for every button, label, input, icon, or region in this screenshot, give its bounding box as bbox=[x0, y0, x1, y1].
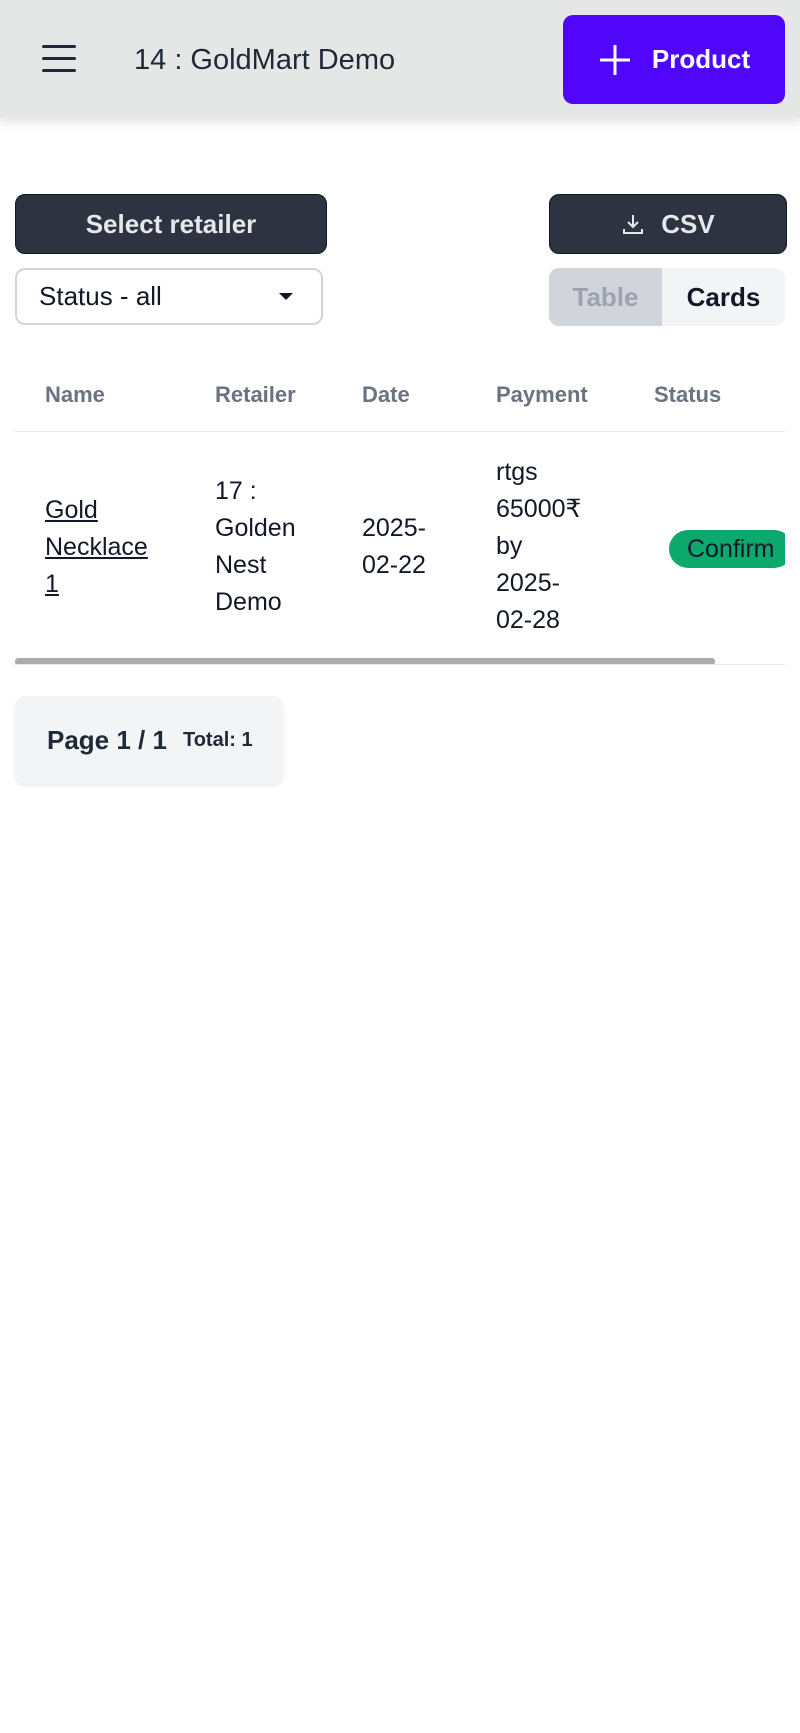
column-header-status[interactable]: Status bbox=[654, 382, 721, 408]
view-table-button[interactable]: Table bbox=[549, 268, 662, 326]
status-filter-value: Status - all bbox=[39, 281, 162, 311]
download-icon bbox=[623, 215, 644, 234]
top-app-bar: 14 : GoldMart Demo Product bbox=[0, 0, 800, 118]
app-title: 14 : GoldMart Demo bbox=[134, 44, 396, 76]
row-divider bbox=[15, 664, 785, 665]
chevron-down-icon bbox=[279, 293, 293, 300]
add-product-button[interactable]: Product bbox=[563, 15, 785, 104]
header-divider bbox=[15, 431, 785, 432]
column-header-retailer[interactable]: Retailer bbox=[215, 382, 296, 408]
table-row-payment-cell: rtgs 65000₹ by 2025- 02-28 bbox=[496, 458, 582, 634]
status-badge: Confirm bbox=[669, 530, 785, 568]
view-cards-button[interactable]: Cards bbox=[662, 268, 785, 326]
pagination: Page 1 / 1 Total: 1 bbox=[15, 696, 283, 784]
column-header-name[interactable]: Name bbox=[45, 382, 105, 408]
page-indicator: Page 1 / 1 bbox=[47, 724, 167, 755]
table-row-retailer-cell: 17 : Golden Nest Demo bbox=[215, 477, 296, 616]
view-toggle: Table Cards bbox=[549, 268, 785, 326]
csv-label: CSV bbox=[661, 208, 715, 239]
table-row-name-cell[interactable]: Gold Necklace 1 bbox=[45, 492, 148, 603]
column-header-payment[interactable]: Payment bbox=[496, 382, 588, 408]
column-header-date[interactable]: Date bbox=[362, 382, 410, 408]
add-product-label: Product bbox=[651, 44, 751, 74]
plus-icon bbox=[599, 44, 630, 75]
orders-table: Name Retailer Date Payment Status Gold N… bbox=[15, 360, 785, 665]
select-retailer-label: Select retailer bbox=[85, 208, 257, 239]
csv-download-button[interactable]: CSV bbox=[549, 194, 787, 254]
select-retailer-button[interactable]: Select retailer bbox=[15, 194, 327, 254]
total-count: Total: 1 bbox=[182, 728, 253, 751]
table-row-date-cell: 2025- 02-22 bbox=[362, 514, 426, 579]
hamburger-menu-icon[interactable] bbox=[40, 40, 80, 80]
status-filter-select[interactable]: Status - all bbox=[15, 268, 323, 325]
product-name-link[interactable]: Gold Necklace 1 bbox=[45, 496, 148, 598]
